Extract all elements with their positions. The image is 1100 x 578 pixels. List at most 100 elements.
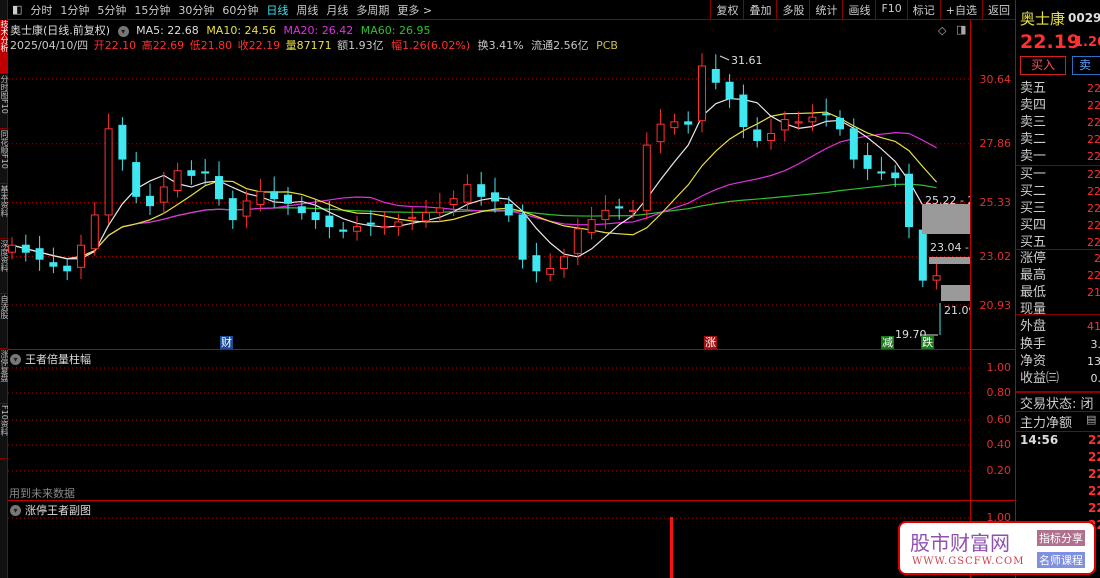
kline-chart[interactable]: 31.6125.22 - 2423.04 - 221.0919.70财涨减跌 <box>8 20 970 578</box>
candle-body <box>132 162 141 197</box>
left-tab[interactable]: 涨停复盘 <box>0 350 8 404</box>
quote-value: 22 <box>1087 202 1100 215</box>
tick-price: 22 <box>1088 484 1100 498</box>
quote-row: 买四 22 <box>1020 217 1100 234</box>
candle-body <box>284 194 292 204</box>
period-tab[interactable]: 5分钟 <box>93 2 130 18</box>
toolbar-button[interactable]: 叠加 <box>743 0 776 20</box>
sub2-title[interactable]: 涨停王者副图 <box>25 502 91 518</box>
candle-body <box>435 207 444 214</box>
left-tab[interactable]: 基本资料 <box>0 185 8 239</box>
toolbar-button[interactable]: F10 <box>875 0 906 20</box>
panel-toggle-icon[interactable]: ◧ <box>8 3 26 16</box>
quote-value: 22 <box>1087 99 1100 112</box>
buy-button[interactable]: 买入 <box>1020 56 1066 75</box>
candle-body <box>642 144 651 211</box>
quote-label: 外盘 <box>1020 319 1047 334</box>
toolbar-button[interactable]: +自选 <box>939 0 982 20</box>
list-icon[interactable]: ▤ <box>1086 413 1096 426</box>
quote-value: 13 <box>1087 355 1100 368</box>
main-flow-label[interactable]: 主力净额 <box>1020 412 1072 431</box>
candle-body <box>408 216 417 219</box>
candle-body <box>518 214 527 260</box>
candle-body <box>228 198 237 221</box>
quote-label: 现量 <box>1020 302 1047 317</box>
quote-label: 卖三 <box>1020 115 1047 130</box>
support-zone <box>941 285 970 301</box>
candle-body <box>601 209 610 221</box>
quote-row: 卖三 22 <box>1020 114 1100 131</box>
sub2-header: ▾ 涨停王者副图 <box>10 502 91 518</box>
candle-body <box>891 172 900 179</box>
candle-body <box>380 226 389 229</box>
quote-label: 最低 <box>1020 285 1047 300</box>
period-tab[interactable]: 30分钟 <box>174 2 218 18</box>
y-tick: 1.00 <box>986 361 1012 374</box>
sub1-title[interactable]: 王者倍量柱幅 <box>25 351 91 367</box>
period-tab[interactable]: 60分钟 <box>218 2 262 18</box>
candle-body <box>8 244 16 253</box>
tick-time: 14:56 <box>1020 433 1059 447</box>
candle-body <box>532 255 541 272</box>
quote-label: 换手 <box>1020 337 1047 352</box>
toolbar-button[interactable]: 复权 <box>710 0 743 20</box>
pointer-line <box>719 55 730 61</box>
last-price: 22.19 <box>1020 31 1081 53</box>
quote-row: 换手 3. <box>1020 336 1100 353</box>
period-tab[interactable]: 周线 <box>292 2 322 18</box>
quote-row: 收益㈢ 0. <box>1020 370 1100 387</box>
candle-body <box>808 116 817 123</box>
chevron-down-icon[interactable]: ▾ <box>10 504 21 516</box>
period-tab[interactable]: 15分钟 <box>130 2 174 18</box>
candle-body <box>932 275 941 281</box>
left-tab[interactable]: F10资料 <box>0 405 8 459</box>
left-tab[interactable]: 同花顺F10 <box>0 130 8 184</box>
watermark-site: 股市财富网 <box>910 531 1010 555</box>
toolbar-button[interactable]: 画线 <box>842 0 875 20</box>
sub1-header: ▾ 王者倍量柱幅 <box>10 351 91 367</box>
candle-body <box>629 209 637 212</box>
toolbar-button[interactable]: 统计 <box>809 0 842 20</box>
quote-value: 22 <box>1087 168 1100 181</box>
quote-label: 最高 <box>1020 268 1047 283</box>
sell-button[interactable]: 卖 <box>1072 56 1100 75</box>
period-tab[interactable]: 多周期 <box>352 2 393 18</box>
left-tab[interactable]: 深度资料 <box>0 240 8 294</box>
left-tab[interactable]: 自选股 <box>0 295 8 349</box>
candle-body <box>270 191 279 200</box>
candle-body <box>325 215 334 228</box>
candle-body <box>118 124 127 160</box>
candle-body <box>394 221 403 228</box>
candle-body <box>491 192 499 202</box>
candle-body <box>905 173 913 228</box>
candle-body <box>90 214 99 250</box>
quote-value: 22 <box>1087 116 1100 129</box>
stock-name: 奥士康 <box>1020 10 1066 28</box>
candle-body <box>187 170 196 176</box>
candle-body <box>366 222 375 225</box>
quote-label: 卖五 <box>1020 81 1047 96</box>
period-tab[interactable]: 更多 > <box>393 2 436 18</box>
candle-body <box>49 262 58 267</box>
period-tab[interactable]: 日线 <box>262 2 292 18</box>
watermark: 股市财富网 WWW.GSCFW.COM 指标分享 名师课程 <box>898 521 1096 575</box>
candle-body <box>573 228 582 254</box>
candle-body <box>21 244 30 253</box>
left-tab[interactable]: 分时图F10 <box>0 75 8 129</box>
tick-price: 22 <box>1088 450 1100 464</box>
quote-label: 净资 <box>1020 354 1047 369</box>
quote-row: 卖五 22 <box>1020 80 1100 97</box>
candle-body <box>449 198 458 205</box>
period-tab[interactable]: 月线 <box>322 2 352 18</box>
toolbar-button[interactable]: 返回 <box>982 0 1015 20</box>
candle-body <box>201 171 210 174</box>
zone-label: 23.04 - 2 <box>930 241 970 254</box>
period-tab[interactable]: 1分钟 <box>56 2 93 18</box>
toolbar-button[interactable]: 多股 <box>776 0 809 20</box>
chevron-down-icon[interactable]: ▾ <box>10 353 21 365</box>
period-tab[interactable]: 分时 <box>26 2 56 18</box>
left-tab[interactable]: 技术分析 <box>0 20 8 74</box>
toolbar-button[interactable]: 标记 <box>906 0 940 20</box>
quote-label: 收益㈢ <box>1020 371 1060 386</box>
candle-body <box>684 121 693 125</box>
